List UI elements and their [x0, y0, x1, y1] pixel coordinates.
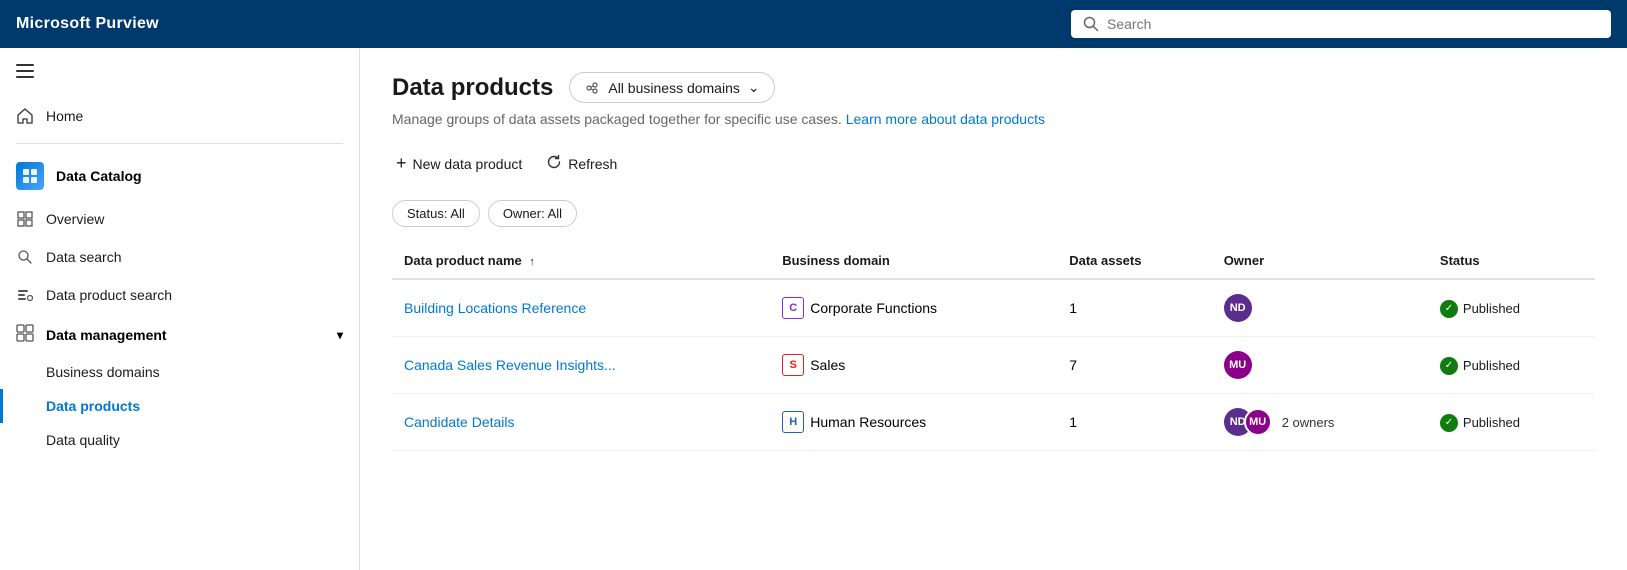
domain-code: H — [782, 411, 804, 433]
data-catalog-icon — [16, 162, 44, 190]
assets-count: 1 — [1057, 394, 1211, 451]
overview-label: Overview — [46, 211, 104, 227]
status-check-icon: ✓ — [1440, 300, 1458, 318]
col-domain: Business domain — [770, 243, 1057, 279]
domain-button-label: All business domains — [608, 80, 740, 96]
owner-cell: ND MU 2 owners — [1212, 394, 1428, 451]
page-header: Data products All business domains ⌄ — [392, 72, 1595, 103]
home-label: Home — [46, 108, 83, 124]
table-header-row: Data product name ↑ Business domain Data… — [392, 243, 1595, 279]
sidebar-sub-item-data-products[interactable]: Data products — [0, 389, 359, 423]
learn-more-link[interactable]: Learn more about data products — [846, 111, 1045, 127]
data-management-chevron: ▾ — [337, 328, 343, 342]
col-status: Status — [1428, 243, 1595, 279]
search-input[interactable] — [1107, 16, 1599, 32]
status-check-icon: ✓ — [1440, 357, 1458, 375]
hamburger-button[interactable] — [0, 48, 359, 89]
topbar: Microsoft Purview — [0, 0, 1627, 48]
owner-avatar-2: MU — [1244, 408, 1272, 436]
overview-icon — [16, 210, 34, 228]
sidebar-item-data-catalog[interactable]: Data Catalog — [0, 152, 359, 200]
sidebar-sub-item-data-quality[interactable]: Data quality — [0, 423, 359, 457]
owner-group: ND MU 2 owners — [1224, 408, 1416, 436]
sidebar-item-overview[interactable]: Overview — [0, 200, 359, 238]
owner-filter[interactable]: Owner: All — [488, 200, 577, 227]
owner-avatar: ND — [1224, 294, 1252, 322]
page-subtitle: Manage groups of data assets packaged to… — [392, 111, 1595, 127]
owners-text: 2 owners — [1282, 415, 1335, 430]
product-link[interactable]: Canada Sales Revenue Insights... — [404, 357, 616, 373]
home-icon — [16, 107, 34, 125]
content-area: Data products All business domains ⌄ Man… — [360, 48, 1627, 570]
app-title: Microsoft Purview — [16, 15, 159, 33]
domain-label: Corporate Functions — [810, 300, 937, 316]
sidebar-nav: Home Data Catalog — [0, 89, 359, 465]
data-management-icon — [16, 324, 34, 345]
domain-chevron-icon: ⌄ — [748, 79, 760, 96]
toolbar: + New data product Refresh — [392, 147, 1595, 180]
table-row: Building Locations Reference C Corporate… — [392, 279, 1595, 337]
product-link[interactable]: Candidate Details — [404, 414, 515, 430]
data-management-label: Data management — [46, 327, 167, 343]
sort-arrow-icon: ↑ — [529, 256, 535, 268]
refresh-button[interactable]: Refresh — [542, 148, 621, 179]
sidebar-sub-item-business-domains[interactable]: Business domains — [0, 355, 359, 389]
global-search-box[interactable] — [1071, 10, 1611, 38]
owner-cell: MU — [1212, 337, 1428, 394]
main-layout: Home Data Catalog — [0, 48, 1627, 570]
data-product-search-icon — [16, 286, 34, 304]
owner-avatar: MU — [1224, 351, 1252, 379]
owner-avatars: ND MU — [1224, 408, 1272, 436]
page-title: Data products — [392, 74, 553, 102]
search-icon — [1083, 16, 1099, 32]
status-label: Published — [1463, 301, 1520, 316]
refresh-icon — [546, 154, 562, 173]
sidebar-divider-1 — [16, 143, 343, 144]
domain-code: S — [782, 354, 804, 376]
owner-cell: ND — [1212, 279, 1428, 337]
domain-icon — [584, 80, 600, 96]
domain-badge: S Sales — [782, 354, 845, 376]
status-filter[interactable]: Status: All — [392, 200, 480, 227]
status-badge: ✓ Published — [1440, 414, 1520, 432]
status-label: Published — [1463, 358, 1520, 373]
status-check-icon: ✓ — [1440, 414, 1458, 432]
assets-count: 1 — [1057, 279, 1211, 337]
sidebar-item-data-management[interactable]: Data management ▾ — [0, 314, 359, 355]
data-quality-label: Data quality — [46, 432, 120, 448]
table-row: Candidate Details H Human Resources 1 ND… — [392, 394, 1595, 451]
sidebar-item-data-product-search[interactable]: Data product search — [0, 276, 359, 314]
data-search-icon — [16, 248, 34, 266]
col-assets: Data assets — [1057, 243, 1211, 279]
domain-label: Human Resources — [810, 414, 926, 430]
domain-badge: C Corporate Functions — [782, 297, 937, 319]
sidebar: Home Data Catalog — [0, 48, 360, 570]
data-products-table: Data product name ↑ Business domain Data… — [392, 243, 1595, 451]
domain-label: Sales — [810, 357, 845, 373]
business-domains-label: Business domains — [46, 364, 160, 380]
sidebar-item-home[interactable]: Home — [0, 97, 359, 135]
domain-code: C — [782, 297, 804, 319]
status-label: Published — [1463, 415, 1520, 430]
filters-bar: Status: All Owner: All — [392, 200, 1595, 227]
product-link[interactable]: Building Locations Reference — [404, 300, 586, 316]
col-name: Data product name ↑ — [392, 243, 770, 279]
table-row: Canada Sales Revenue Insights... S Sales… — [392, 337, 1595, 394]
sidebar-item-data-search[interactable]: Data search — [0, 238, 359, 276]
data-search-label: Data search — [46, 249, 121, 265]
assets-count: 7 — [1057, 337, 1211, 394]
status-badge: ✓ Published — [1440, 357, 1520, 375]
data-products-label: Data products — [46, 398, 140, 414]
domain-dropdown[interactable]: All business domains ⌄ — [569, 72, 774, 103]
status-badge: ✓ Published — [1440, 300, 1520, 318]
data-catalog-label: Data Catalog — [56, 168, 142, 184]
data-product-search-label: Data product search — [46, 287, 172, 303]
col-owner: Owner — [1212, 243, 1428, 279]
domain-badge: H Human Resources — [782, 411, 926, 433]
new-data-product-button[interactable]: + New data product — [392, 147, 526, 180]
plus-icon: + — [396, 153, 407, 174]
